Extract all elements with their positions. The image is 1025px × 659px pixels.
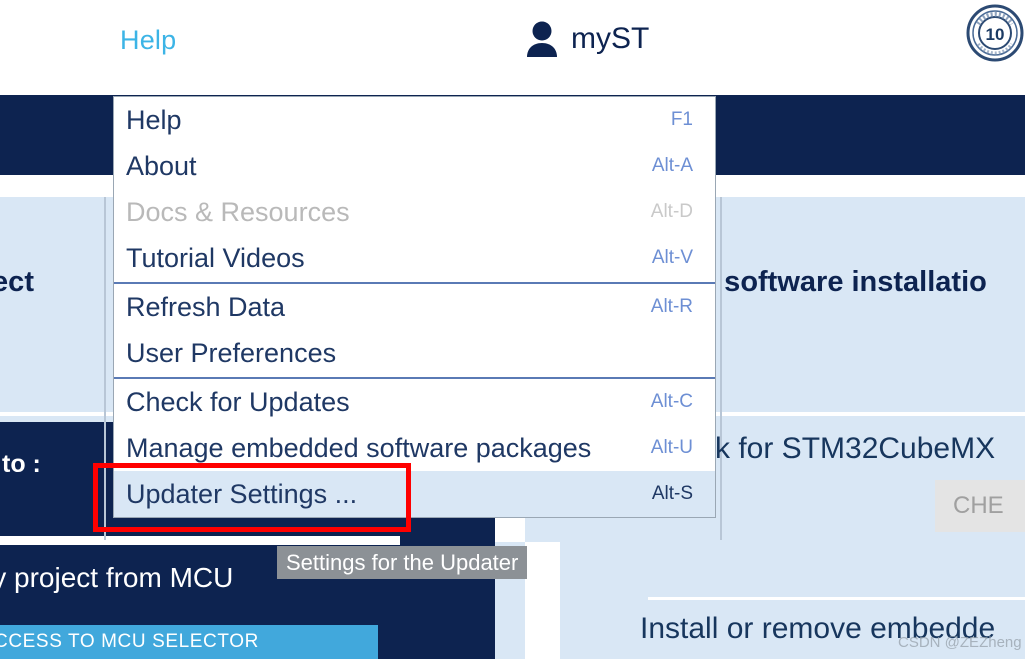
anniversary-badge-icon: 10: [965, 3, 1025, 63]
background-text-check-cubemx: ck for STM32CubeMX: [700, 432, 996, 465]
background-vertical-rule-right: [720, 197, 722, 422]
menu-item-label: Tutorial Videos: [126, 242, 305, 273]
menu-item-user-preferences[interactable]: User Preferences: [114, 330, 715, 376]
menu-item-label: Manage embedded software packages: [126, 432, 592, 463]
menu-item-accelerator: Alt-D: [650, 201, 693, 222]
menu-item-label: Check for Updates: [126, 386, 350, 417]
menu-item-accelerator: Alt-C: [650, 391, 693, 412]
menu-item-refresh-data[interactable]: Refresh Data Alt-R: [114, 284, 715, 330]
background-vertical-rule-left: [104, 197, 106, 422]
menu-item-label: Help: [126, 104, 182, 135]
background-vertical-rule-left-lower: [104, 422, 106, 540]
menu-item-label: Refresh Data: [126, 291, 286, 322]
menu-item-accelerator: Alt-R: [650, 296, 693, 317]
background-text-project: ject: [0, 266, 34, 298]
menu-item-label: Docs & Resources: [126, 196, 350, 227]
account-label: myST: [571, 22, 650, 55]
screenshot-root: Help myST 10 ject e software installatio…: [0, 0, 1025, 659]
menu-item-help[interactable]: Help F1: [114, 97, 715, 143]
account-menu[interactable]: myST: [525, 20, 649, 58]
menu-item-about[interactable]: About Alt-A: [114, 143, 715, 189]
menu-item-accelerator: Alt-V: [651, 247, 693, 268]
background-white-column: [525, 542, 560, 659]
access-mcu-selector-button[interactable]: CCESS TO MCU SELECTOR: [0, 625, 378, 659]
background-text-software-installation: e software installatio: [700, 266, 987, 298]
menu-item-label: User Preferences: [126, 337, 337, 368]
menu-item-accelerator: F1: [670, 109, 693, 130]
svg-text:10: 10: [986, 25, 1005, 44]
person-icon: [525, 20, 559, 58]
menu-item-check-for-updates[interactable]: Check for Updates Alt-C: [114, 379, 715, 425]
menu-item-accelerator: Alt-A: [651, 155, 693, 176]
background-divider-rule: [648, 597, 1025, 600]
background-white-separator: [0, 536, 400, 543]
background-text-to: to :: [2, 450, 41, 478]
watermark: CSDN @ZEZheng: [898, 634, 1022, 651]
menu-item-label: About: [126, 150, 197, 181]
header-help-link[interactable]: Help: [120, 25, 176, 56]
check-updates-button[interactable]: CHE: [935, 480, 1025, 532]
menu-item-tutorial-videos[interactable]: Tutorial Videos Alt-V: [114, 235, 715, 281]
menu-item-docs-and-resources: Docs & Resources Alt-D: [114, 189, 715, 235]
menu-item-accelerator: Alt-S: [651, 483, 693, 504]
menu-item-label: Updater Settings ...: [126, 478, 358, 509]
menu-item-updater-settings[interactable]: Updater Settings ... Alt-S: [114, 471, 715, 517]
menu-item-manage-embedded-software-packages[interactable]: Manage embedded software packages Alt-U: [114, 425, 715, 471]
access-mcu-selector-label: CCESS TO MCU SELECTOR: [0, 631, 259, 652]
help-dropdown-menu[interactable]: Help F1 About Alt-A Docs & Resources Alt…: [113, 96, 716, 518]
background-light-panel-lower-top: [560, 542, 1025, 580]
tooltip: Settings for the Updater: [277, 546, 528, 579]
menu-item-accelerator: Alt-U: [650, 437, 693, 458]
background-text-my-project-from-mcu: ly project from MCU: [0, 562, 234, 593]
